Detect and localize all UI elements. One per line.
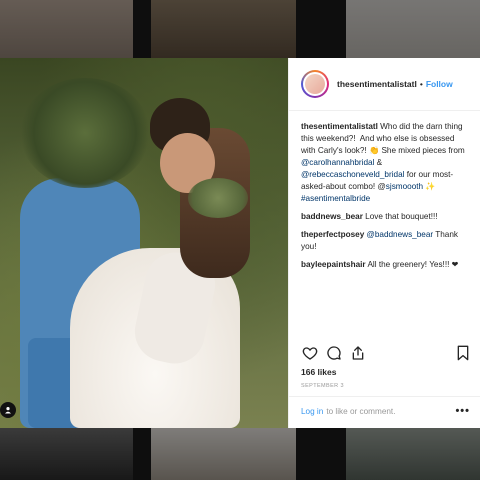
post-username[interactable]: thesentimentalistatl <box>337 79 417 89</box>
login-link[interactable]: Log in <box>301 407 323 416</box>
comment-button[interactable] <box>325 344 343 362</box>
separator-dot: • <box>419 79 423 89</box>
comment: theperfectposey @baddnews_bear Thank you… <box>301 229 468 253</box>
photo-region <box>188 178 248 218</box>
login-prompt: to like or comment. <box>326 406 396 416</box>
post-header: thesentimentalistatl • Follow <box>289 58 480 111</box>
hashtag-link[interactable]: #asentimentalbride <box>301 194 370 203</box>
likes-count[interactable]: 166 likes <box>301 367 336 377</box>
mention-link[interactable]: @carolhannahbridal <box>301 158 374 167</box>
divider <box>289 396 480 397</box>
comment-footer: Log in to like or comment. ••• <box>301 401 470 421</box>
comments-list: thesentimentalistatl Who did the darn th… <box>289 111 480 337</box>
heart-icon <box>302 347 318 360</box>
mention-link[interactable]: sjsmoooth <box>386 182 423 191</box>
comment: bayleepaintshair All the greenery! Yes!!… <box>301 259 468 271</box>
like-button[interactable] <box>301 344 319 362</box>
photo-region <box>20 78 150 188</box>
comment-text: All the greenery! Yes!!! ❤ <box>367 260 459 269</box>
avatar[interactable] <box>301 70 329 98</box>
comment-username[interactable]: baddnews_bear <box>301 212 363 221</box>
caption-text: ✨ <box>423 182 436 191</box>
comment-text: Love that bouquet!!! <box>365 212 438 221</box>
comment-username[interactable]: theperfectposey <box>301 230 364 239</box>
comment-username[interactable]: bayleepaintshair <box>301 260 366 269</box>
caption-username[interactable]: thesentimentalistatl <box>301 122 378 131</box>
more-options-button[interactable]: ••• <box>455 405 470 417</box>
post-photo[interactable] <box>0 58 288 428</box>
post-modal: thesentimentalistatl • Follow thesentime… <box>0 58 480 428</box>
post-details-panel: thesentimentalistatl • Follow thesentime… <box>288 58 480 428</box>
comment: baddnews_bear Love that bouquet!!! <box>301 211 468 223</box>
user-tag-icon[interactable] <box>0 402 16 418</box>
post-caption: thesentimentalistatl Who did the darn th… <box>301 121 468 205</box>
post-date: SEPTEMBER 3 <box>301 383 344 389</box>
caption-text: & <box>374 158 383 167</box>
follow-button[interactable]: Follow <box>426 79 453 89</box>
mention-link[interactable]: @rebeccaschoneveld_bridal <box>301 170 404 179</box>
action-bar <box>301 342 472 364</box>
mention-link[interactable]: @baddnews_bear <box>367 230 434 239</box>
comment-icon <box>327 346 341 360</box>
share-icon <box>352 346 364 360</box>
save-button[interactable] <box>454 344 472 362</box>
share-button[interactable] <box>349 344 367 362</box>
bookmark-icon <box>457 345 469 361</box>
